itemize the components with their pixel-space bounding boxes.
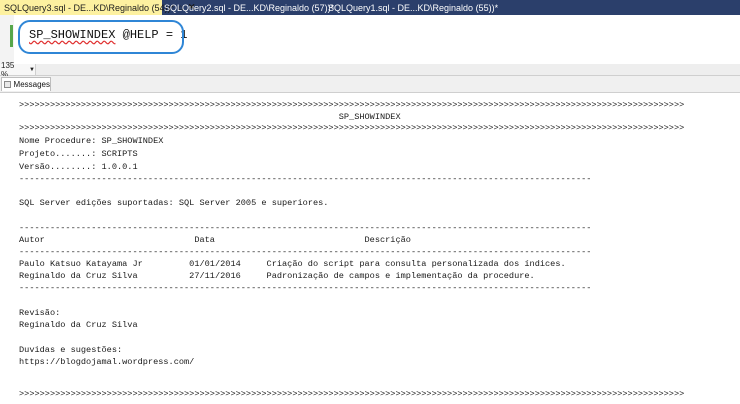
message-line: Reginaldo da Cruz Silva 27/11/2016 Padro… bbox=[19, 271, 535, 281]
message-line: Revisão: bbox=[19, 308, 61, 318]
change-marker bbox=[10, 25, 13, 47]
message-line: SQL Server edições suportadas: SQL Serve… bbox=[19, 198, 329, 208]
message-line: https://blogdojamal.wordpress.com/ bbox=[19, 357, 195, 367]
results-tab-strip: Messages bbox=[0, 76, 740, 93]
message-line: Paulo Katsuo Katayama Jr 01/01/2014 Cria… bbox=[19, 259, 566, 269]
tab-sqlquery2[interactable]: SQLQuery2.sql - DE...KD\Reginaldo (57))* bbox=[162, 0, 334, 15]
tab-strip-empty bbox=[572, 0, 740, 15]
message-line: >>>>>>>>>>>>>>>>>>>>>>>>>>>>>>>>>>>>>>>>… bbox=[19, 123, 685, 133]
tab-sqlquery1[interactable]: SQLQuery1.sql - DE...KD\Reginaldo (55))* bbox=[322, 0, 572, 15]
highlight-annotation bbox=[18, 20, 184, 54]
zoom-dropdown[interactable]: 135 % ▼ bbox=[0, 61, 36, 79]
tab-label: SQLQuery1.sql - DE...KD\Reginaldo (55))* bbox=[328, 2, 499, 13]
messages-icon bbox=[4, 81, 11, 88]
message-line: ----------------------------------------… bbox=[19, 223, 592, 233]
tab-messages-label: Messages bbox=[13, 80, 50, 89]
message-line: ----------------------------------------… bbox=[19, 247, 592, 257]
message-line: Duvidas e sugestões: bbox=[19, 345, 123, 355]
messages-panel[interactable]: >>>>>>>>>>>>>>>>>>>>>>>>>>>>>>>>>>>>>>>>… bbox=[0, 93, 740, 404]
editor-gutter bbox=[0, 15, 14, 64]
tab-label: SQLQuery2.sql - DE...KD\Reginaldo (57))* bbox=[164, 2, 335, 13]
message-line: Nome Procedure: SP_SHOWINDEX bbox=[19, 136, 164, 146]
tab-sqlquery3[interactable]: SQLQuery3.sql - DE...KD\Reginaldo (54))*… bbox=[0, 0, 195, 15]
message-line: >>>>>>>>>>>>>>>>>>>>>>>>>>>>>>>>>>>>>>>>… bbox=[19, 389, 685, 399]
message-line: Reginaldo da Cruz Silva bbox=[19, 320, 138, 330]
message-line: Autor Data Descrição bbox=[19, 235, 411, 245]
tab-label: SQLQuery3.sql - DE...KD\Reginaldo (54))* bbox=[4, 2, 175, 13]
message-line: SP_SHOWINDEX bbox=[19, 112, 401, 122]
message-line: ----------------------------------------… bbox=[19, 174, 592, 184]
document-tab-strip: SQLQuery3.sql - DE...KD\Reginaldo (54))*… bbox=[0, 0, 740, 15]
editor-status-strip: 135 % ▼ bbox=[0, 61, 740, 79]
tab-messages[interactable]: Messages bbox=[1, 77, 51, 91]
message-line: Projeto.......: SCRIPTS bbox=[19, 149, 138, 159]
message-line: >>>>>>>>>>>>>>>>>>>>>>>>>>>>>>>>>>>>>>>>… bbox=[19, 100, 685, 110]
message-line: ----------------------------------------… bbox=[19, 283, 592, 293]
message-line: Versão........: 1.0.0.1 bbox=[19, 162, 138, 172]
chevron-down-icon: ▼ bbox=[29, 66, 35, 73]
